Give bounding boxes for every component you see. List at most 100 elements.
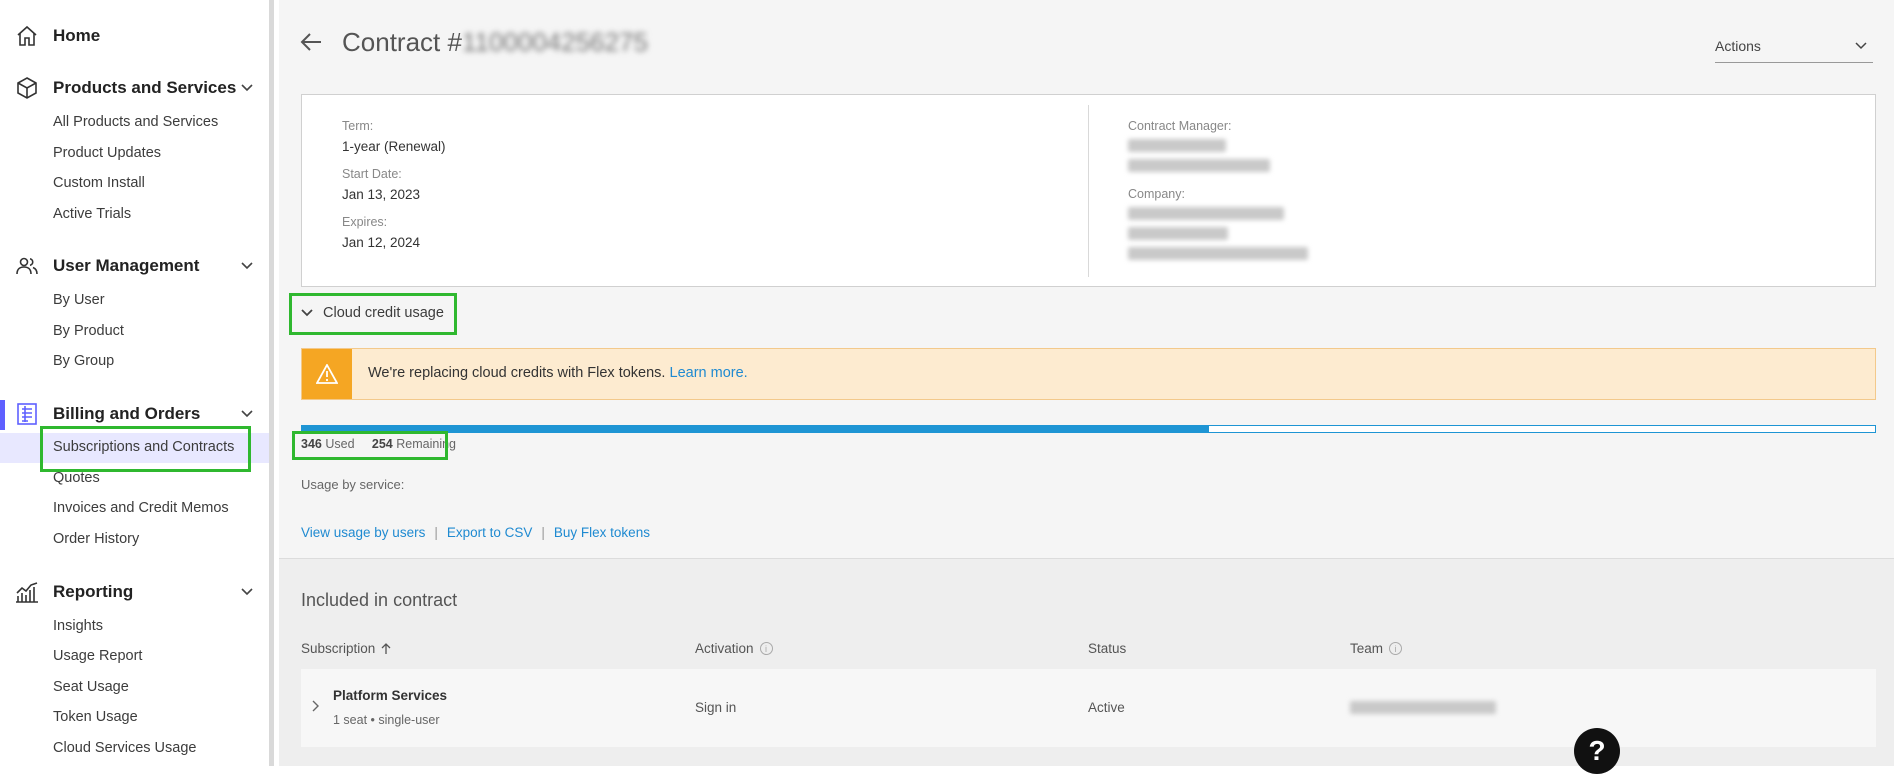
- card-divider: [1088, 105, 1089, 277]
- subscription-detail: 1 seat • single-user: [333, 713, 440, 727]
- sidebar-item-seat-usage[interactable]: Seat Usage: [53, 679, 129, 695]
- credit-usage-progress-fill: [302, 426, 1210, 432]
- chevron-down-icon[interactable]: [240, 585, 254, 599]
- cloud-credit-usage-toggle[interactable]: Cloud credit usage: [301, 300, 444, 326]
- column-subscription-label: Subscription: [301, 641, 376, 656]
- sidebar-group-users-label: User Management: [53, 256, 200, 275]
- sidebar-item-all-products[interactable]: All Products and Services: [53, 114, 218, 130]
- sidebar-item-usage-report[interactable]: Usage Report: [53, 648, 142, 664]
- view-usage-by-users-link[interactable]: View usage by users: [301, 525, 425, 540]
- back-arrow-icon[interactable]: [299, 30, 325, 56]
- column-status-label: Status: [1088, 641, 1127, 656]
- sidebar-item-home-label: Home: [53, 26, 101, 45]
- redacted-contract-number: 1100004256275: [461, 27, 649, 57]
- sidebar-item-by-user[interactable]: By User: [53, 292, 105, 308]
- sidebar-item-order-history[interactable]: Order History: [53, 531, 139, 547]
- link-separator: |: [434, 525, 438, 540]
- column-activation: Activation i: [695, 641, 773, 656]
- chevron-down-icon[interactable]: [240, 407, 254, 421]
- sidebar-group-products-label: Products and Services: [53, 78, 237, 97]
- sidebar-item-token-usage[interactable]: Token Usage: [53, 709, 138, 725]
- start-date-value: Jan 13, 2023: [342, 187, 421, 202]
- banner-text: We're replacing cloud credits with Flex …: [368, 365, 666, 381]
- included-heading: Included in contract: [301, 590, 458, 610]
- column-team-label: Team: [1350, 641, 1384, 656]
- sidebar: Home Products and Services All Products …: [0, 0, 274, 766]
- term-label: Term:: [342, 119, 374, 133]
- contract-details-card: Term: 1-year (Renewal) Start Date: Jan 1…: [301, 94, 1876, 287]
- credit-action-links: View usage by users | Export to CSV | Buy Fl…: [301, 525, 650, 540]
- redacted-team-name: [1350, 701, 1496, 714]
- sidebar-item-cloud-services-usage[interactable]: Cloud Services Usage: [53, 740, 196, 756]
- credit-usage-stats: 346 Used 254 Remaining: [301, 437, 456, 451]
- contract-manager-label: Contract Manager:: [1128, 119, 1232, 133]
- invoice-icon: [14, 401, 40, 427]
- activation-value: Sign in: [695, 700, 737, 715]
- link-separator: |: [541, 525, 545, 540]
- expires-label: Expires:: [342, 215, 388, 229]
- remaining-value: 254: [371, 437, 393, 451]
- included-in-contract-section: Included in contract Subscription Activa…: [279, 558, 1894, 766]
- home-icon: [14, 23, 40, 49]
- actions-dropdown[interactable]: Actions: [1715, 34, 1873, 63]
- used-label: Used: [325, 437, 355, 451]
- page-title-prefix: Contract #: [342, 27, 462, 57]
- active-group-indicator: [0, 400, 5, 430]
- sidebar-item-insights[interactable]: Insights: [53, 618, 103, 634]
- term-value: 1-year (Renewal): [342, 139, 446, 154]
- sidebar-group-billing[interactable]: Billing and Orders: [14, 401, 264, 427]
- column-status: Status: [1088, 641, 1126, 656]
- chevron-down-icon[interactable]: [240, 259, 254, 273]
- sidebar-item-invoices[interactable]: Invoices and Credit Memos: [53, 500, 229, 516]
- help-button[interactable]: ?: [1574, 728, 1620, 774]
- cloud-credit-usage-label: Cloud credit usage: [323, 305, 444, 321]
- sidebar-group-products[interactable]: Products and Services: [14, 75, 264, 101]
- flex-token-banner: We're replacing cloud credits with Flex …: [301, 348, 1876, 400]
- remaining-label: Remaining: [396, 437, 457, 451]
- sort-ascending-icon: [381, 642, 391, 654]
- sidebar-item-by-product[interactable]: By Product: [53, 323, 124, 339]
- column-subscription[interactable]: Subscription: [301, 641, 391, 656]
- users-icon: [14, 253, 40, 279]
- column-team: Team i: [1350, 641, 1403, 656]
- sidebar-item-by-group[interactable]: By Group: [53, 353, 114, 369]
- redacted-company-name: [1128, 207, 1284, 220]
- buy-flex-tokens-link[interactable]: Buy Flex tokens: [554, 525, 650, 540]
- export-csv-link[interactable]: Export to CSV: [447, 525, 533, 540]
- start-date-label: Start Date:: [342, 167, 402, 181]
- sidebar-item-subscriptions-contracts[interactable]: Subscriptions and Contracts: [53, 439, 234, 455]
- expires-value: Jan 12, 2024: [342, 235, 421, 250]
- info-icon[interactable]: i: [759, 642, 773, 655]
- box-icon: [14, 75, 40, 101]
- chevron-right-icon[interactable]: [312, 700, 319, 712]
- sidebar-group-billing-label: Billing and Orders: [53, 404, 201, 423]
- chevron-down-icon: [1855, 42, 1867, 50]
- column-activation-label: Activation: [695, 641, 754, 656]
- chevron-down-icon[interactable]: [240, 81, 254, 95]
- sidebar-group-reporting-label: Reporting: [53, 582, 134, 601]
- redacted-company-address: [1128, 227, 1228, 240]
- used-value: 346: [301, 437, 322, 451]
- redacted-company-city: [1128, 247, 1308, 260]
- sidebar-group-reporting[interactable]: Reporting: [14, 579, 264, 605]
- chevron-down-icon: [301, 309, 313, 317]
- redacted-manager-name: [1128, 139, 1226, 152]
- subscription-name: Platform Services: [333, 688, 448, 703]
- sidebar-group-users[interactable]: User Management: [14, 253, 264, 279]
- chart-icon: [14, 579, 40, 605]
- learn-more-link[interactable]: Learn more.: [670, 365, 748, 381]
- sidebar-item-quotes[interactable]: Quotes: [53, 470, 100, 486]
- redacted-manager-email: [1128, 159, 1270, 172]
- info-icon[interactable]: i: [1389, 642, 1403, 655]
- sidebar-item-home[interactable]: Home: [14, 23, 100, 49]
- table-row[interactable]: Platform Services 1 seat • single-user S…: [301, 669, 1876, 747]
- company-label: Company:: [1128, 187, 1185, 201]
- sidebar-item-product-updates[interactable]: Product Updates: [53, 145, 161, 161]
- sidebar-item-custom-install[interactable]: Custom Install: [53, 175, 145, 191]
- main-content: Contract #1100004256275 Actions Term: 1-…: [279, 0, 1894, 766]
- actions-label: Actions: [1715, 38, 1761, 54]
- usage-by-service-label: Usage by service:: [301, 477, 405, 492]
- warning-icon: [302, 349, 352, 399]
- sidebar-item-active-trials[interactable]: Active Trials: [53, 206, 131, 222]
- credit-usage-progress-bar: [301, 425, 1876, 433]
